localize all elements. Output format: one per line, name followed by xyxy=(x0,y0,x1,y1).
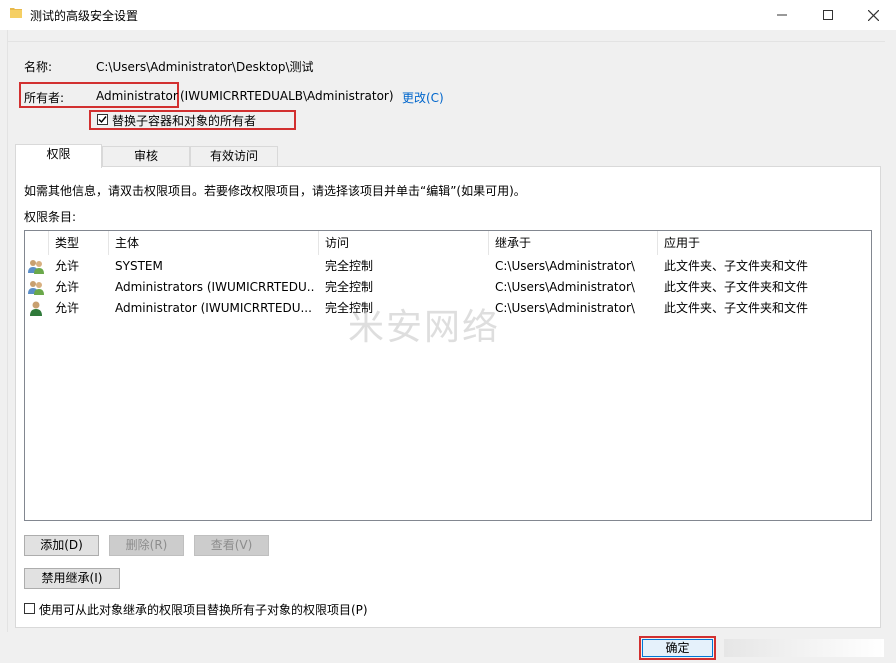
entries-label: 权限条目: xyxy=(24,210,77,224)
ok-button[interactable]: 确定 xyxy=(642,639,713,657)
row-type: 允许 xyxy=(55,301,80,315)
column-header-inherited[interactable]: 继承于 xyxy=(489,231,658,255)
row-inherited: C:\Users\Administrator\ xyxy=(495,259,635,273)
window-title: 测试的高级安全设置 xyxy=(30,9,139,23)
row-inherited: C:\Users\Administrator\ xyxy=(495,280,635,294)
remove-button[interactable]: 删除(R) xyxy=(109,535,184,556)
row-type: 允许 xyxy=(55,280,80,294)
row-principal: Administrator (IWUMICRRTEDU... xyxy=(115,301,312,315)
row-principal: SYSTEM xyxy=(115,259,163,273)
user-group-icon xyxy=(28,281,44,295)
column-header-applies[interactable]: 应用于 xyxy=(658,231,871,255)
folder-icon xyxy=(10,8,22,18)
maximize-icon xyxy=(823,10,833,20)
row-type: 允许 xyxy=(55,259,80,273)
owner-label: 所有者: xyxy=(24,91,65,105)
tab-permissions[interactable]: 权限 xyxy=(15,144,102,168)
faded-button-area xyxy=(724,639,884,657)
row-applies: 此文件夹、子文件夹和文件 xyxy=(664,301,809,315)
row-principal: Administrators (IWUMICRRTEDU... xyxy=(115,280,315,294)
tab-effective-access[interactable]: 有效访问 xyxy=(190,146,278,166)
tab-auditing[interactable]: 审核 xyxy=(102,146,190,166)
add-button[interactable]: 添加(D) xyxy=(24,535,99,556)
column-header-principal[interactable]: 主体 xyxy=(109,231,319,255)
info-text: 如需其他信息，请双击权限项目。若要修改权限项目，请选择该项目并单击“编辑”(如果… xyxy=(24,184,526,198)
owner-name: Administrator xyxy=(96,89,178,103)
permission-entries-list[interactable]: 类型 主体 访问 继承于 应用于 允许 SYSTEM 完全控制 C:\Users… xyxy=(24,230,872,521)
row-access: 完全控制 xyxy=(325,280,374,294)
checkmark-icon xyxy=(98,116,107,124)
row-applies: 此文件夹、子文件夹和文件 xyxy=(664,259,809,273)
name-value: C:\Users\Administrator\Desktop\测试 xyxy=(96,60,314,74)
owner-domain: (IWUMICRRTEDUALB\Administrator) xyxy=(180,89,394,103)
maximize-button[interactable] xyxy=(805,0,851,30)
row-access: 完全控制 xyxy=(325,259,374,273)
disable-inheritance-button[interactable]: 禁用继承(I) xyxy=(24,568,120,589)
change-owner-link[interactable]: 更改(C) xyxy=(402,89,444,106)
view-button[interactable]: 查看(V) xyxy=(194,535,269,556)
column-header-access[interactable]: 访问 xyxy=(319,231,489,255)
row-inherited: C:\Users\Administrator\ xyxy=(495,301,635,315)
close-icon xyxy=(867,9,879,21)
name-label: 名称: xyxy=(24,60,53,74)
replace-child-permissions-checkbox[interactable] xyxy=(24,603,35,617)
close-button[interactable] xyxy=(850,0,896,30)
replace-owner-label: 替换子容器和对象的所有者 xyxy=(112,114,257,128)
frame-left xyxy=(7,30,8,632)
table-row[interactable]: 允许 SYSTEM 完全控制 C:\Users\Administrator\ 此… xyxy=(25,256,871,277)
row-applies: 此文件夹、子文件夹和文件 xyxy=(664,280,809,294)
frame-top xyxy=(7,41,885,42)
table-row[interactable]: 允许 Administrators (IWUMICRRTEDU... 完全控制 … xyxy=(25,277,871,298)
replace-child-permissions-label: 使用可从此对象继承的权限项目替换所有子对象的权限项目(P) xyxy=(39,603,368,617)
column-header-type[interactable]: 类型 xyxy=(49,231,109,255)
user-icon xyxy=(30,301,42,316)
user-group-icon xyxy=(28,260,44,274)
watermark-text: 米安网络 xyxy=(348,307,501,348)
minimize-icon xyxy=(777,14,787,16)
minimize-button[interactable] xyxy=(759,0,805,30)
column-header-icon[interactable] xyxy=(25,231,49,255)
replace-owner-checkbox[interactable] xyxy=(97,114,108,128)
